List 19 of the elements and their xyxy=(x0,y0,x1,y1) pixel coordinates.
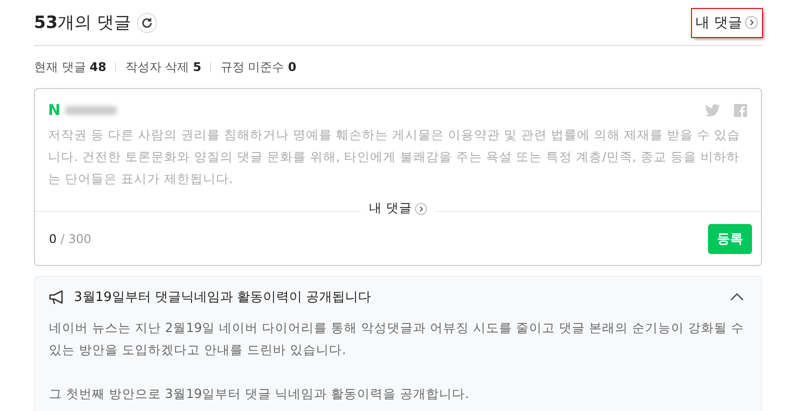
refresh-button[interactable] xyxy=(137,12,158,32)
comment-count-title: 53개의 댓글 xyxy=(34,12,132,34)
announcement-paragraph: 네이버 뉴스는 지난 2월19일 네이버 다이어리를 통해 악성댓글과 어뷰징 시도를 줄이고 댓글 본래의 순기능이 강화될 수 있는 방안을 도입하겠다고 안내를 드린바 있습니다. xyxy=(49,319,746,359)
chevron-right-icon xyxy=(414,202,427,214)
stat-text: 현재 댓글 48 xyxy=(34,58,106,76)
blurred-username xyxy=(64,106,117,115)
collapse-chevron-icon[interactable] xyxy=(730,293,744,301)
comment-policy-notice: 저작권 등 다른 사람의 권리를 침해하거나 명예를 훼손하는 게시물은 이용약관 및 관련 법률에 의해 제재를 받을 수 있습니다. 건전한 토론문화와 양질의 댓글 문화를 위해, 타인에게 불쾌감을 주는 욕설 또는 특정 계층/민족, 종교 등을 비하하는 단어들은 표시가 제한됩니다. xyxy=(48,126,742,188)
character-count: 0 / 300 xyxy=(49,232,92,246)
announcement-title: 3월19일부터 댓글닉네임과 활동이력이 공개됩니다 xyxy=(74,289,372,306)
chevron-right-icon xyxy=(745,16,758,29)
naver-logo: N xyxy=(48,103,61,118)
my-comments-link[interactable]: 내 댓글 xyxy=(361,200,435,217)
comment-input-box[interactable]: N 저작권 등 다른 사람의 권리를 침해하거나 명예를 훼손하는 게시물은 이용약관 및 관련 법률에 의해 제재를 받을 수 있습니다. 건전한 토론문화와 양질의 댓글 문화를 위해, 타인에게 불쾌감을 주는 욕설 또는 특정 계층/민족, 종교 등을 비하하는 단어들은 표시가 제한됩니다. 내 댓글 0 / 300 등록 xyxy=(34,88,762,266)
announcement-paragraph: 그 첫번째 방안으로 3월19일부터 댓글 닉네임과 활동이력을 공개합니다. xyxy=(49,385,470,403)
my-comments-link[interactable]: 내 댓글 xyxy=(692,8,762,36)
stat-text: 규정 미준수 0 xyxy=(220,58,296,76)
refresh-icon xyxy=(141,16,154,28)
stat-text: 작성자 삭제 5 xyxy=(125,58,202,76)
